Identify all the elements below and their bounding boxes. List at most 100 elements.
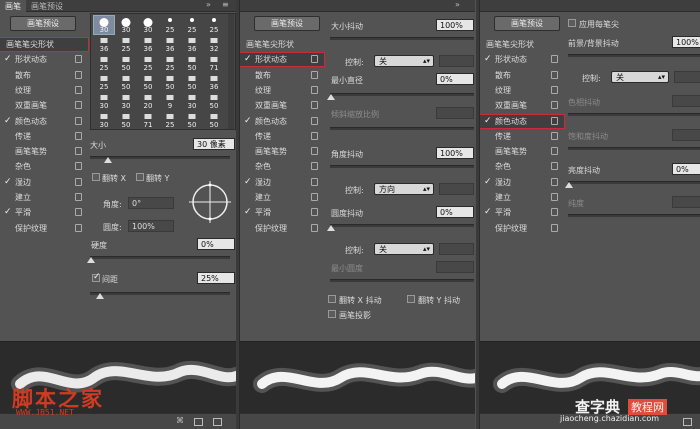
lock-icon[interactable]	[551, 55, 558, 64]
lock-icon[interactable]	[75, 116, 82, 125]
brush-tip[interactable]: 25	[94, 54, 114, 72]
angle-jitter-field[interactable]: 100%	[436, 147, 474, 159]
brush-tip[interactable]: 71	[138, 111, 158, 129]
spacing-slider-thumb[interactable]	[96, 293, 104, 299]
sidebar-item[interactable]: 散布	[480, 69, 564, 82]
checkbox-empty[interactable]	[244, 132, 252, 140]
checkmark-icon[interactable]: ✓	[244, 55, 252, 64]
tab-brush-presets[interactable]: 画笔预设	[26, 0, 68, 12]
checkmark-icon[interactable]: ✓	[484, 55, 492, 64]
lock-icon[interactable]	[75, 70, 82, 79]
brush-tip[interactable]: 36	[138, 35, 158, 53]
fg-bg-jitter-slider[interactable]	[568, 54, 700, 57]
checkbox-empty[interactable]	[4, 193, 12, 201]
spacing-slider[interactable]	[90, 292, 230, 295]
checkmark-icon[interactable]: ✓	[244, 116, 252, 125]
checkbox-empty[interactable]	[4, 162, 12, 170]
hardness-slider[interactable]	[90, 256, 230, 259]
lock-icon[interactable]	[75, 131, 82, 140]
lock-icon[interactable]	[311, 55, 318, 64]
checkbox-empty[interactable]	[484, 132, 492, 140]
brush-tip[interactable]: 50	[204, 92, 224, 110]
brush-tip[interactable]: 25	[204, 16, 224, 34]
checkbox-empty[interactable]	[484, 224, 492, 232]
sidebar-item[interactable]: ✓ 平滑	[480, 206, 564, 219]
toggle-preview-icon[interactable]: ⌘	[176, 416, 185, 425]
sidebar-item[interactable]: 画笔笔势	[480, 145, 564, 158]
checkbox-empty[interactable]	[484, 162, 492, 170]
lock-icon[interactable]	[551, 193, 558, 201]
brush-presets-button[interactable]: 画笔预设	[254, 16, 320, 31]
color-control-select[interactable]: 关 ▴▾	[611, 71, 669, 83]
checkmark-icon[interactable]: ✓	[4, 55, 12, 64]
collapse-icon[interactable]: »	[455, 0, 460, 12]
delete-icon[interactable]	[213, 418, 222, 426]
sidebar-item[interactable]: 散布	[240, 69, 324, 82]
apply-per-tip-checkbox[interactable]	[568, 19, 576, 27]
min-diameter-slider[interactable]	[330, 93, 474, 96]
checkmark-icon[interactable]: ✓	[4, 177, 12, 186]
lock-icon[interactable]	[311, 177, 318, 186]
lock-icon[interactable]	[551, 131, 558, 140]
brush-tip[interactable]: 32	[204, 35, 224, 53]
lock-icon[interactable]	[551, 162, 558, 171]
brush-tip[interactable]: 30	[94, 111, 114, 129]
brush-tip[interactable]: 25	[138, 54, 158, 72]
lock-icon[interactable]	[75, 85, 82, 94]
roundness-jitter-thumb[interactable]	[327, 225, 335, 231]
color-fade-field[interactable]	[674, 71, 700, 83]
sidebar-item[interactable]: ✓ 形状动态	[240, 52, 325, 68]
sidebar-item[interactable]: ✓ 形状动态	[480, 53, 564, 66]
sidebar-item[interactable]: 纹理	[480, 84, 564, 97]
lock-icon[interactable]	[75, 208, 82, 217]
brightness-jitter-slider[interactable]	[568, 181, 700, 184]
checkbox-empty[interactable]	[4, 224, 12, 232]
checkmark-icon[interactable]: ✓	[4, 116, 12, 125]
checkbox-empty[interactable]	[484, 86, 492, 94]
sidebar-item[interactable]: 保护纹理	[480, 222, 564, 235]
hue-jitter-slider[interactable]	[568, 113, 700, 116]
brush-tip[interactable]: 71	[204, 54, 224, 72]
roundness-control-select[interactable]: 关 ▴▾	[374, 243, 434, 255]
roundness-jitter-field[interactable]: 0%	[436, 206, 474, 218]
brush-tip[interactable]: 50	[138, 73, 158, 91]
sidebar-item[interactable]: 建立	[480, 191, 564, 204]
saturation-jitter-slider[interactable]	[568, 147, 700, 150]
sidebar-item[interactable]: 保护纹理	[0, 222, 88, 235]
brush-tip[interactable]: 50	[204, 111, 224, 129]
sidebar-item[interactable]: 画笔笔势	[0, 145, 88, 158]
roundness-fade-field[interactable]	[439, 243, 474, 255]
hardness-field[interactable]: 0%	[197, 238, 235, 250]
brush-tip[interactable]: 36	[182, 35, 202, 53]
lock-icon[interactable]	[75, 147, 82, 156]
min-diameter-field[interactable]: 0%	[436, 73, 474, 85]
checkmark-icon[interactable]: ✓	[244, 208, 252, 217]
checkbox-empty[interactable]	[4, 101, 12, 109]
angle-jitter-slider[interactable]	[330, 165, 474, 168]
lock-icon[interactable]	[311, 101, 318, 110]
spacing-checkbox[interactable]	[92, 272, 101, 282]
flip-x-checkbox[interactable]	[92, 173, 100, 181]
sidebar-item[interactable]: 建立	[240, 191, 324, 204]
checkmark-icon[interactable]: ✓	[244, 177, 252, 186]
lock-icon[interactable]	[551, 101, 558, 110]
sidebar-item[interactable]: 画笔笔势	[240, 145, 324, 158]
checkbox-empty[interactable]	[244, 86, 252, 94]
spacing-field[interactable]: 25%	[197, 272, 235, 284]
angle-fade-field[interactable]	[439, 183, 474, 195]
brush-tip[interactable]: 50	[160, 73, 180, 91]
lock-icon[interactable]	[75, 177, 82, 186]
fg-bg-jitter-field[interactable]: 100%	[672, 36, 700, 48]
checkbox-empty[interactable]	[4, 147, 12, 155]
flip-x-jitter-checkbox[interactable]	[328, 295, 336, 303]
size-slider-thumb[interactable]	[104, 157, 112, 163]
sidebar-item[interactable]: 保护纹理	[240, 222, 324, 235]
checkmark-icon[interactable]: ✓	[484, 116, 492, 125]
flip-y-jitter-checkbox[interactable]	[407, 295, 415, 303]
sidebar-item[interactable]: 杂色	[0, 160, 88, 173]
sidebar-item[interactable]: 杂色	[240, 160, 324, 173]
sidebar-item[interactable]: 双重画笔	[0, 99, 88, 112]
angle-control-select[interactable]: 方向 ▴▾	[374, 183, 434, 195]
sidebar-item[interactable]: 传递	[240, 130, 324, 143]
brush-tip[interactable]: 36	[160, 35, 180, 53]
